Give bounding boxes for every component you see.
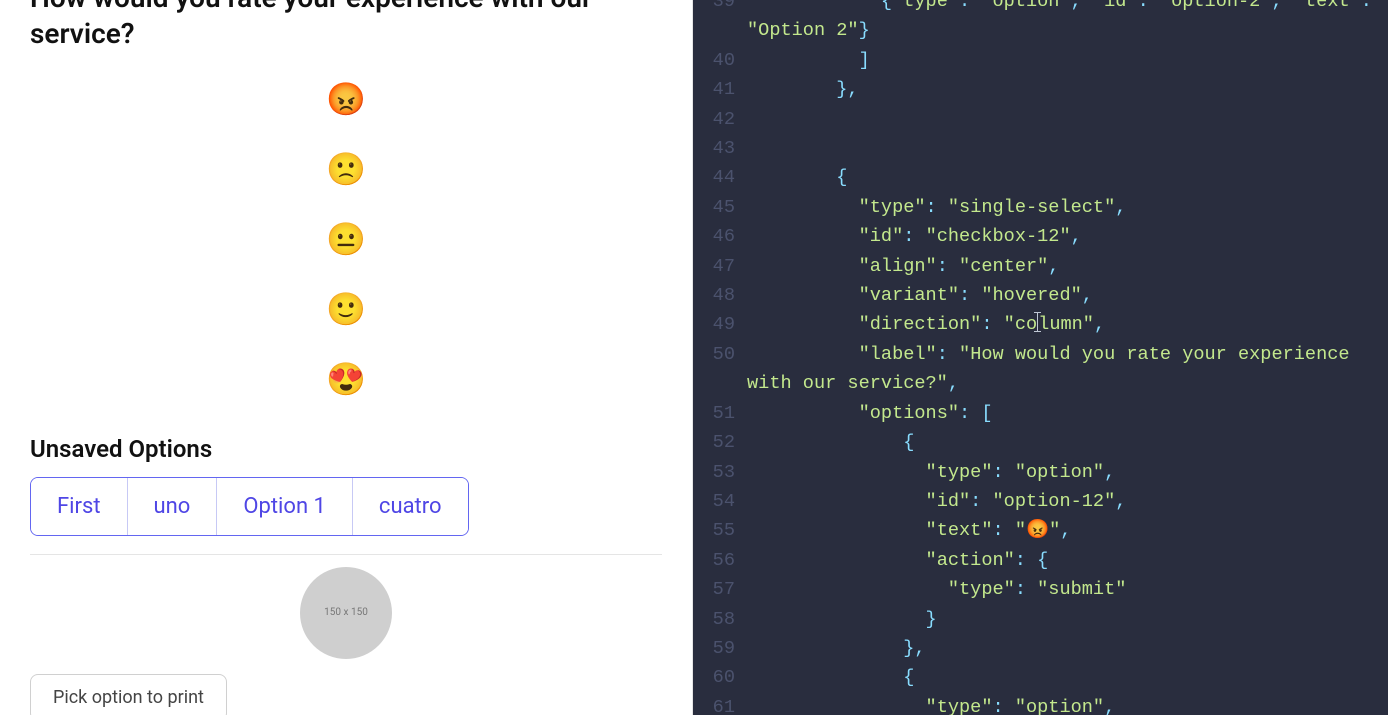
image-placeholder: 150 x 150: [300, 567, 392, 659]
line-number: 60: [693, 663, 747, 692]
code-line[interactable]: 53 "type": "option",: [693, 458, 1388, 487]
rating-option-neutral[interactable]: 😐: [326, 223, 366, 255]
unsaved-option-cuatro[interactable]: cuatro: [352, 478, 468, 535]
code-line[interactable]: 42: [693, 105, 1388, 134]
code-line[interactable]: 51 "options": [: [693, 399, 1388, 428]
code-line[interactable]: 50 "label": "How would you rate your exp…: [693, 340, 1388, 369]
code-content[interactable]: },: [747, 75, 1388, 104]
line-number: 52: [693, 428, 747, 457]
code-line[interactable]: with our service?",: [693, 369, 1388, 398]
code-lines-container: 39 {"type": "option", "id": "option-2", …: [693, 0, 1388, 715]
code-content[interactable]: "variant": "hovered",: [747, 281, 1388, 310]
code-line[interactable]: 61 "type": "option",: [693, 693, 1388, 715]
line-number: 58: [693, 605, 747, 634]
line-number: 54: [693, 487, 747, 516]
unsaved-options-heading: Unsaved Options: [30, 435, 662, 463]
line-number: 42: [693, 105, 747, 134]
line-number: [693, 369, 747, 398]
text-cursor: [1037, 312, 1038, 332]
code-line[interactable]: 39 {"type": "option", "id": "option-2", …: [693, 0, 1388, 16]
rating-option-sad[interactable]: 🙁: [326, 153, 366, 185]
code-content[interactable]: {: [747, 163, 1388, 192]
preview-content: How would you rate your experience with …: [0, 0, 692, 659]
rating-question-label: How would you rate your experience with …: [30, 0, 662, 53]
code-line[interactable]: 57 "type": "submit": [693, 575, 1388, 604]
code-line[interactable]: 55 "text": "😡",: [693, 516, 1388, 545]
line-number: 59: [693, 634, 747, 663]
line-number: 47: [693, 252, 747, 281]
code-line[interactable]: 46 "id": "checkbox-12",: [693, 222, 1388, 251]
code-content[interactable]: "direction": "column",: [747, 310, 1388, 339]
code-line[interactable]: 58 }: [693, 605, 1388, 634]
code-line[interactable]: 47 "align": "center",: [693, 252, 1388, 281]
code-content[interactable]: ]: [747, 46, 1388, 75]
code-content[interactable]: [747, 134, 1388, 163]
code-content[interactable]: [747, 105, 1388, 134]
code-line[interactable]: 60 {: [693, 663, 1388, 692]
line-number: 50: [693, 340, 747, 369]
unsaved-option-option1[interactable]: Option 1: [216, 478, 352, 535]
unsaved-option-uno[interactable]: uno: [127, 478, 217, 535]
code-content[interactable]: with our service?",: [747, 369, 1388, 398]
line-number: 51: [693, 399, 747, 428]
code-content[interactable]: "type": "submit": [747, 575, 1388, 604]
unsaved-option-first[interactable]: First: [31, 478, 127, 535]
code-content[interactable]: "options": [: [747, 399, 1388, 428]
rating-option-happy[interactable]: 🙂: [326, 293, 366, 325]
unsaved-options-group: First uno Option 1 cuatro: [30, 477, 469, 536]
line-number: 55: [693, 516, 747, 545]
code-content[interactable]: "Option 2"}: [747, 16, 1388, 45]
code-line[interactable]: "Option 2"}: [693, 16, 1388, 45]
code-line[interactable]: 44 {: [693, 163, 1388, 192]
code-content[interactable]: "text": "😡",: [747, 516, 1388, 545]
pick-option-button[interactable]: Pick option to print: [30, 674, 227, 715]
code-line[interactable]: 43: [693, 134, 1388, 163]
code-line[interactable]: 40 ]: [693, 46, 1388, 75]
line-number: 40: [693, 46, 747, 75]
preview-pane: How would you rate your experience with …: [0, 0, 693, 715]
code-content[interactable]: },: [747, 634, 1388, 663]
code-content[interactable]: "type": "single-select",: [747, 193, 1388, 222]
rating-options-column: 😡 🙁 😐 🙂 😍: [30, 83, 662, 395]
line-number: 41: [693, 75, 747, 104]
code-line[interactable]: 49 "direction": "column",: [693, 310, 1388, 339]
code-content[interactable]: {: [747, 428, 1388, 457]
line-number: 39: [693, 0, 747, 16]
line-number: 56: [693, 546, 747, 575]
code-content[interactable]: {: [747, 663, 1388, 692]
code-content[interactable]: "id": "option-12",: [747, 487, 1388, 516]
code-line[interactable]: 54 "id": "option-12",: [693, 487, 1388, 516]
preview-footer: 150 x 150: [30, 554, 662, 659]
rating-option-angry[interactable]: 😡: [326, 83, 366, 115]
code-content[interactable]: "type": "option",: [747, 458, 1388, 487]
image-placeholder-label: 150 x 150: [324, 607, 368, 618]
code-content[interactable]: "label": "How would you rate your experi…: [747, 340, 1388, 369]
line-number: 61: [693, 693, 747, 715]
line-number: 46: [693, 222, 747, 251]
code-content[interactable]: "action": {: [747, 546, 1388, 575]
code-editor-pane[interactable]: 39 {"type": "option", "id": "option-2", …: [693, 0, 1388, 715]
code-line[interactable]: 45 "type": "single-select",: [693, 193, 1388, 222]
code-line[interactable]: 56 "action": {: [693, 546, 1388, 575]
line-number: 45: [693, 193, 747, 222]
rating-option-love[interactable]: 😍: [326, 363, 366, 395]
line-number: 44: [693, 163, 747, 192]
line-number: [693, 16, 747, 45]
line-number: 57: [693, 575, 747, 604]
code-line[interactable]: 59 },: [693, 634, 1388, 663]
code-line[interactable]: 41 },: [693, 75, 1388, 104]
code-line[interactable]: 52 {: [693, 428, 1388, 457]
line-number: 53: [693, 458, 747, 487]
code-content[interactable]: "type": "option",: [747, 693, 1388, 715]
code-content[interactable]: }: [747, 605, 1388, 634]
line-number: 49: [693, 310, 747, 339]
code-line[interactable]: 48 "variant": "hovered",: [693, 281, 1388, 310]
line-number: 43: [693, 134, 747, 163]
code-content[interactable]: "align": "center",: [747, 252, 1388, 281]
code-content[interactable]: {"type": "option", "id": "option-2", "te…: [747, 0, 1388, 16]
code-content[interactable]: "id": "checkbox-12",: [747, 222, 1388, 251]
line-number: 48: [693, 281, 747, 310]
